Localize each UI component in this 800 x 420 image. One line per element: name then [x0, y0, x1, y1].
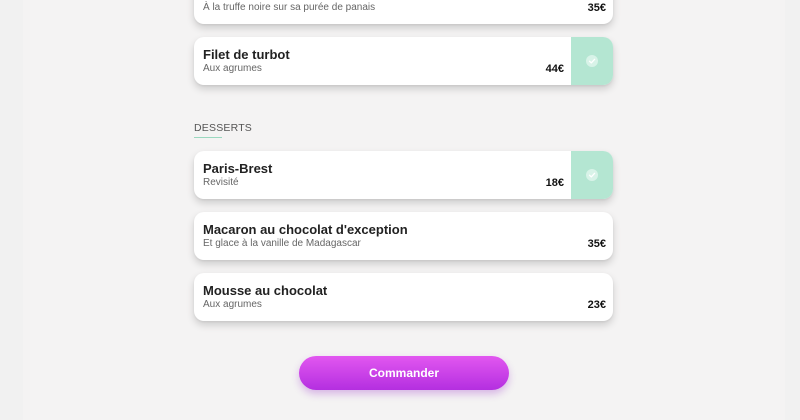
selected-indicator[interactable]	[571, 37, 613, 85]
menu-item-price: 23€	[587, 299, 606, 311]
menu-item-description: Et glace à la vanille de Madagascar	[203, 238, 361, 249]
menu-item-card[interactable]: Macaron au chocolat d'exception Et glace…	[194, 212, 613, 260]
menu-item-description: Aux agrumes	[203, 299, 262, 310]
menu-item-card[interactable]: Mousse au chocolat Aux agrumes 23€	[194, 273, 613, 321]
menu-item-card[interactable]: Filet de turbot Aux agrumes 44€	[194, 37, 613, 85]
menu-item-price: 35€	[587, 238, 606, 250]
menu-item-price: 44€	[545, 63, 564, 75]
menu-item-description: Aux agrumes	[203, 63, 262, 74]
menu-item-name: Paris-Brest	[203, 161, 273, 176]
menu-item-description: Revisité	[203, 177, 239, 188]
menu-item-name: Macaron au chocolat d'exception	[203, 222, 408, 237]
selected-indicator[interactable]	[571, 151, 613, 199]
check-icon	[586, 55, 598, 67]
check-icon	[586, 169, 598, 181]
menu-item-description: À la truffe noire sur sa purée de panais	[203, 2, 376, 13]
order-button[interactable]: Commander	[299, 356, 509, 390]
menu-item-name: Mousse au chocolat	[203, 283, 328, 298]
menu-item-price: 35€	[587, 2, 606, 14]
section-heading-underline	[194, 137, 222, 138]
menu-item-name: Filet de turbot	[203, 47, 290, 62]
menu-item-card[interactable]: Paris-Brest Revisité 18€	[194, 151, 613, 199]
menu-item-card[interactable]: À la truffe noire sur sa purée de panais…	[194, 0, 613, 24]
section-heading-desserts: DESSERTS	[194, 122, 253, 134]
menu-item-price: 18€	[545, 177, 564, 189]
